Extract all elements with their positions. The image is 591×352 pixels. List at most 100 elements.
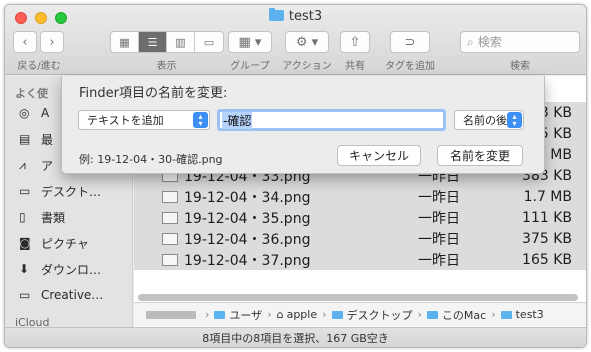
tag-button[interactable]: ⊃ <box>390 31 430 53</box>
path-segment[interactable]: apple <box>287 308 318 321</box>
folder-icon <box>500 310 512 319</box>
group-icon: ▦ ▾ <box>238 34 262 50</box>
sidebar-item-documents[interactable]: ▯ 書類 <box>19 207 65 227</box>
share-label: 共有 <box>345 61 365 72</box>
forward-button[interactable]: › <box>40 31 64 53</box>
status-bar: 8項目中の8項目を選択、167 GB空き <box>5 327 586 347</box>
file-size: 111 KB <box>522 209 572 226</box>
search-icon: ⌕ <box>467 34 474 49</box>
group-button[interactable]: ▦ ▾ <box>228 31 272 53</box>
column-view-button[interactable]: ▥ <box>167 32 195 52</box>
file-name: 19-12-04・37.png <box>184 252 311 269</box>
airdrop-icon: ◎ <box>19 106 30 120</box>
dialog-title: Finder項目の名前を変更: <box>79 86 228 101</box>
chevron-right-icon: › <box>322 308 327 321</box>
folder-icon: ▭ <box>19 288 31 302</box>
file-date: 一昨日 <box>418 189 460 206</box>
home-icon: ⌂ <box>276 308 284 321</box>
chevron-right-icon: › <box>205 308 210 321</box>
image-file-icon <box>162 211 178 224</box>
updown-chevron-icon: ▴ ▾ <box>507 112 522 128</box>
action-label: アクション <box>282 61 332 72</box>
chevron-right-icon: › <box>491 308 496 321</box>
updown-chevron-icon: ▴ ▾ <box>193 112 208 128</box>
chevron-right-icon: › <box>417 308 422 321</box>
tag-icon: ⊃ <box>404 34 416 50</box>
file-row[interactable]: 19-12-04・35.png 一昨日 111 KB <box>134 207 586 228</box>
file-date: 一昨日 <box>418 231 460 248</box>
rename-text-input[interactable]: -確認 <box>217 109 446 131</box>
folder-icon <box>426 310 438 319</box>
path-segment[interactable]: ユーザ <box>229 307 262 323</box>
path-bar: › ユーザ › ⌂ apple › デスクトップ › このMac › test3 <box>134 302 586 326</box>
sidebar-favorites-header: よく使 <box>15 87 48 100</box>
list-icon: ☰ <box>147 35 158 49</box>
view-label: 表示 <box>156 61 177 72</box>
search-input[interactable] <box>477 35 568 49</box>
share-icon: ⇧ <box>349 34 361 50</box>
gear-icon: ⚙ ▾ <box>295 34 319 50</box>
file-row[interactable]: 19-12-04・34.png 一昨日 1.7 MB <box>134 186 586 207</box>
image-file-icon <box>162 190 178 203</box>
pictures-icon: ◙ <box>19 236 31 250</box>
sidebar-item-downloads[interactable]: ⬇ ダウンロ… <box>19 259 101 279</box>
applications-icon: ⩘ <box>19 158 26 172</box>
sidebar-item-applications[interactable]: ⩘ ア <box>19 155 53 175</box>
path-segment[interactable]: このMac <box>442 307 486 323</box>
sidebar-item-recents[interactable]: ▤ 最 <box>19 129 53 149</box>
rename-dialog: Finder項目の名前を変更: テキストを追加 ▴ ▾ -確認 名前の後 ▴ ▾ 例… <box>61 76 545 174</box>
cancel-button[interactable]: キャンセル <box>337 145 421 166</box>
window-title: test3 <box>5 8 586 24</box>
desktop-icon: ▭ <box>19 184 31 198</box>
position-popup[interactable]: 名前の後 ▴ ▾ <box>454 110 524 130</box>
rename-mode-popup[interactable]: テキストを追加 ▴ ▾ <box>78 110 210 130</box>
back-button[interactable]: ‹ <box>13 31 37 53</box>
share-button[interactable]: ⇧ <box>340 31 370 53</box>
sidebar-item-creative[interactable]: ▭ Creative… <box>19 285 103 305</box>
redacted-volume <box>146 310 196 319</box>
file-row[interactable]: 19-12-04・37.png 一昨日 165 KB <box>134 249 586 270</box>
sidebar-item-desktop[interactable]: ▭ デスクト… <box>19 181 101 201</box>
horizontal-scrollbar[interactable] <box>138 294 578 301</box>
image-file-icon <box>162 232 178 245</box>
folder-icon <box>331 310 343 319</box>
path-segment[interactable]: test3 <box>516 308 544 321</box>
action-button[interactable]: ⚙ ▾ <box>285 31 329 53</box>
tag-label: タグを追加 <box>385 61 435 72</box>
sidebar-item-airdrop[interactable]: ◎ A <box>19 103 49 123</box>
chevron-right-icon: › <box>267 308 272 321</box>
gallery-view-button[interactable]: ▭ <box>195 32 223 52</box>
chevron-left-icon: ‹ <box>22 34 28 50</box>
chevron-right-icon: › <box>49 34 55 50</box>
file-size: 1.7 MB <box>523 188 572 205</box>
list-view-button[interactable]: ☰ <box>139 32 167 52</box>
recents-icon: ▤ <box>19 132 31 146</box>
group-label: グループ <box>230 61 270 72</box>
icon-view-button[interactable]: ▦ <box>111 32 139 52</box>
search-label: 検索 <box>510 61 530 72</box>
file-size: 165 KB <box>522 251 572 268</box>
toolbar: test3 ‹ › 戻る/進む ▦ ☰ ▥ ▭ 表示 ▦ ▾ グループ ⚙ ▾ … <box>5 5 586 75</box>
file-date: 一昨日 <box>418 210 460 227</box>
gallery-icon: ▭ <box>203 35 215 49</box>
columns-icon: ▥ <box>175 35 186 49</box>
image-file-icon <box>162 253 178 266</box>
example-text: 例: 19-12-04・30-確認.png <box>79 153 223 166</box>
path-segment[interactable]: デスクトップ <box>347 307 413 323</box>
file-date: 一昨日 <box>418 252 460 269</box>
folder-icon <box>268 8 284 21</box>
sidebar-item-pictures[interactable]: ◙ ピクチャ <box>19 233 89 253</box>
downloads-icon: ⬇ <box>19 262 30 276</box>
view-switcher[interactable]: ▦ ☰ ▥ ▭ <box>110 31 224 53</box>
file-name: 19-12-04・34.png <box>184 189 311 206</box>
rename-button[interactable]: 名前を変更 <box>437 145 523 166</box>
search-field[interactable]: ⌕ <box>460 31 580 53</box>
grid-icon: ▦ <box>119 35 130 49</box>
folder-icon <box>214 310 226 319</box>
documents-icon: ▯ <box>19 210 26 224</box>
finder-window: test3 ‹ › 戻る/進む ▦ ☰ ▥ ▭ 表示 ▦ ▾ グループ ⚙ ▾ … <box>4 4 587 348</box>
file-row[interactable]: 19-12-04・36.png 一昨日 375 KB <box>134 228 586 249</box>
file-size: 375 KB <box>522 230 572 247</box>
nav-label: 戻る/進む <box>17 61 61 72</box>
file-name: 19-12-04・35.png <box>184 210 311 227</box>
